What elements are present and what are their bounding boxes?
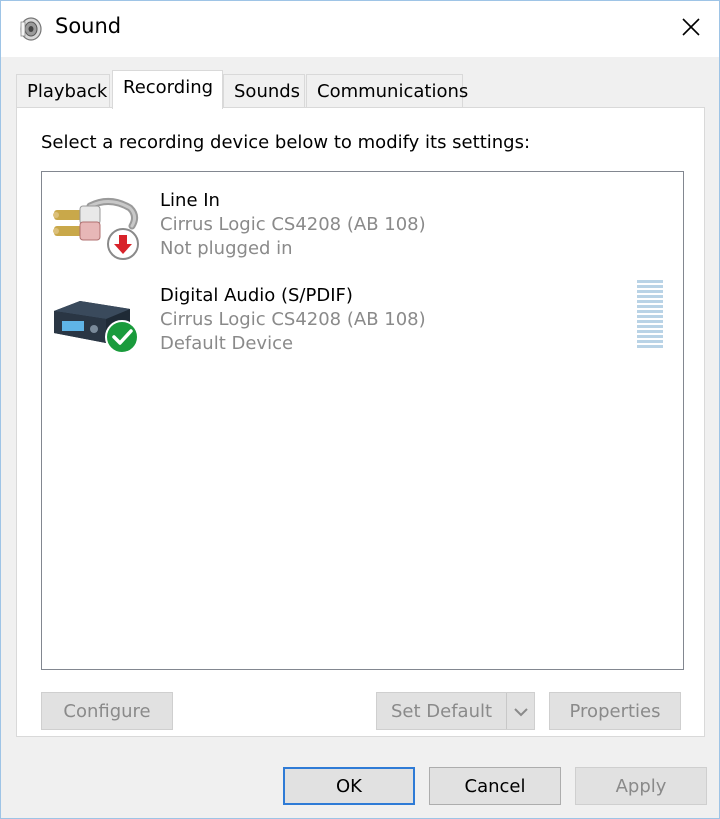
- tab-playback[interactable]: Playback: [16, 74, 110, 108]
- apply-button[interactable]: Apply: [575, 767, 707, 805]
- set-default-dropdown-arrow[interactable]: [506, 693, 534, 729]
- title-bar: Sound: [1, 1, 719, 57]
- recording-tab-panel: Select a recording device below to modif…: [16, 107, 705, 737]
- set-default-split-button[interactable]: Set Default: [376, 692, 535, 730]
- speaker-icon: [19, 16, 43, 42]
- default-check-badge-icon: [104, 319, 140, 359]
- instruction-text: Select a recording device below to modif…: [41, 132, 531, 153]
- list-item-line-in[interactable]: Line In Cirrus Logic CS4208 (AB 108) Not…: [42, 172, 683, 264]
- tab-sounds[interactable]: Sounds: [223, 74, 305, 108]
- cancel-button[interactable]: Cancel: [429, 767, 561, 805]
- configure-button[interactable]: Configure: [41, 692, 173, 730]
- close-icon: [681, 17, 701, 41]
- set-default-label: Set Default: [391, 700, 493, 722]
- device-name: Line In: [160, 190, 220, 211]
- sound-dialog: Sound Playback Recording Sounds Communic…: [0, 0, 720, 819]
- close-button[interactable]: [663, 1, 719, 57]
- ok-label: OK: [336, 775, 362, 797]
- digital-audio-text: Digital Audio (S/PDIF) Cirrus Logic CS42…: [160, 284, 426, 356]
- dialog-client-area: Playback Recording Sounds Communications…: [1, 57, 719, 818]
- device-status: Not plugged in: [160, 238, 293, 259]
- device-driver: Cirrus Logic CS4208 (AB 108): [160, 309, 426, 330]
- properties-label: Properties: [569, 700, 661, 722]
- input-level-meter: [637, 280, 663, 352]
- cancel-label: Cancel: [464, 775, 526, 797]
- properties-button[interactable]: Properties: [549, 692, 681, 730]
- tab-communications[interactable]: Communications: [306, 74, 468, 108]
- recording-device-list[interactable]: Line In Cirrus Logic CS4208 (AB 108) Not…: [41, 171, 684, 670]
- device-name: Digital Audio (S/PDIF): [160, 285, 353, 306]
- tab-strip: Playback Recording Sounds Communications: [1, 57, 719, 109]
- ok-button[interactable]: OK: [283, 767, 415, 805]
- device-status: Default Device: [160, 333, 294, 354]
- device-driver: Cirrus Logic CS4208 (AB 108): [160, 214, 426, 235]
- window-title: Sound: [55, 14, 122, 38]
- list-item-digital-audio[interactable]: Digital Audio (S/PDIF) Cirrus Logic CS42…: [42, 267, 683, 359]
- apply-label: Apply: [615, 775, 667, 797]
- line-in-text: Line In Cirrus Logic CS4208 (AB 108) Not…: [160, 189, 426, 261]
- chevron-down-icon: [513, 701, 528, 722]
- tab-recording[interactable]: Recording: [112, 70, 223, 109]
- unplugged-badge-icon: [106, 227, 140, 265]
- configure-label: Configure: [63, 700, 151, 722]
